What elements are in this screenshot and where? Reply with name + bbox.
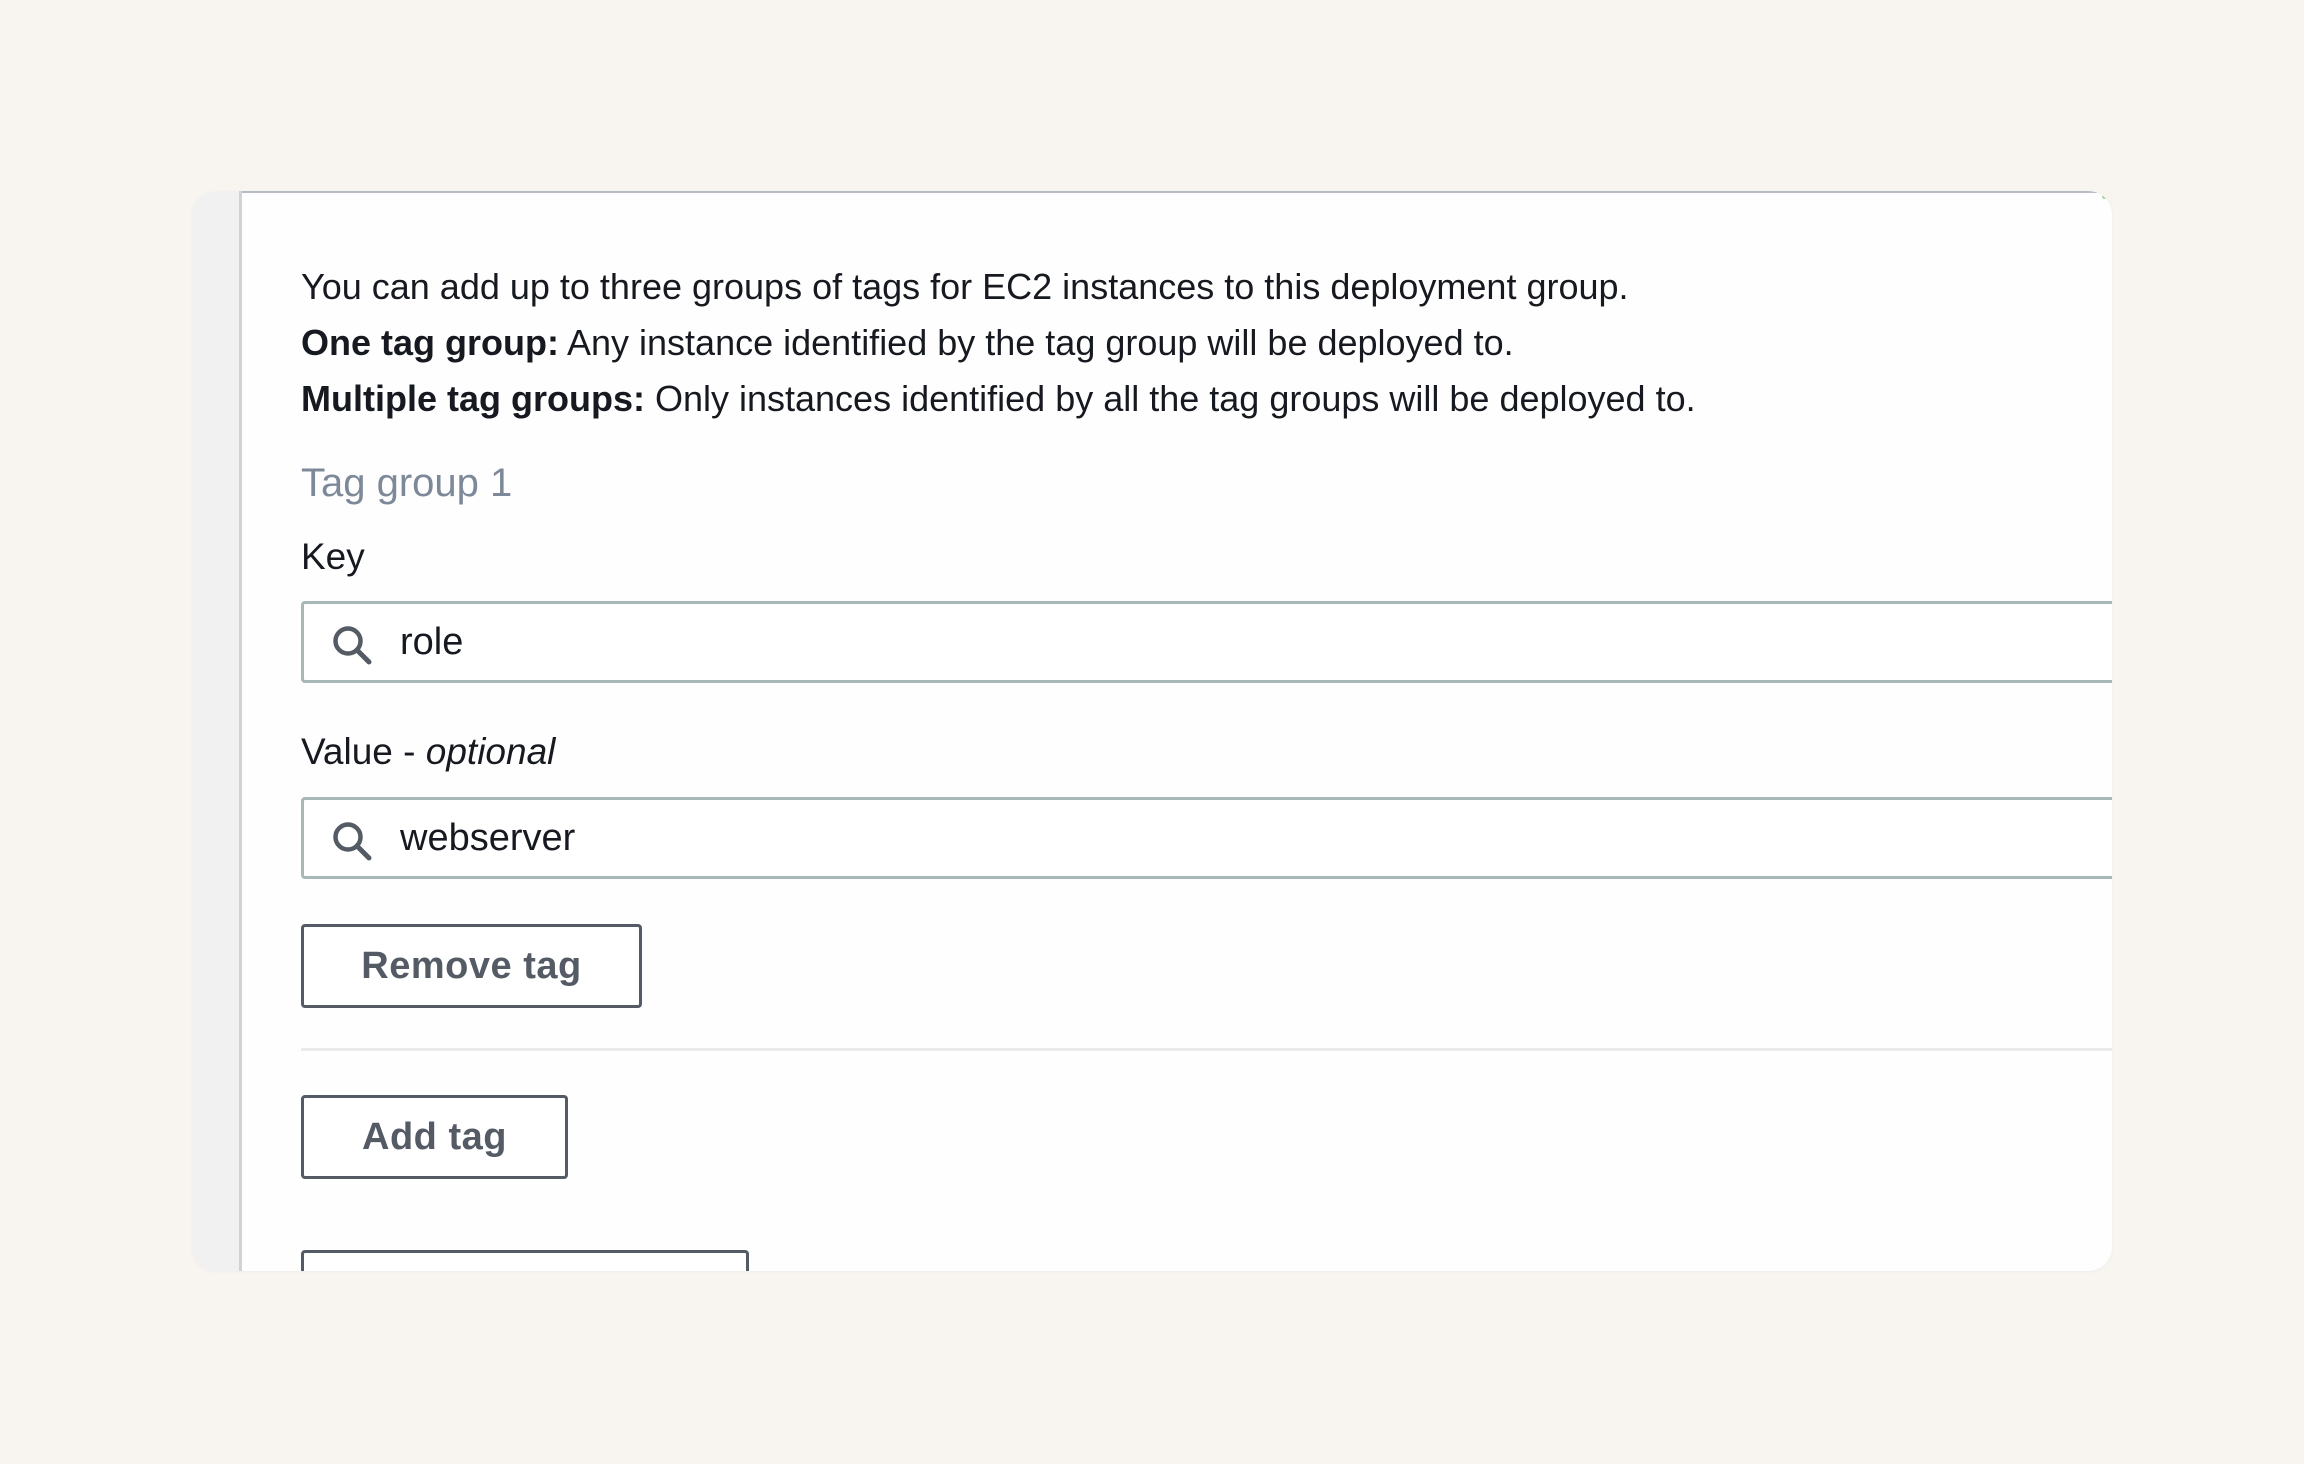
value-input-value: webserver	[400, 817, 576, 859]
search-icon	[333, 626, 372, 665]
key-label: Key	[301, 536, 365, 577]
tag-groups-panel: You can add up to three groups of tags f…	[192, 191, 2112, 1271]
section-divider	[301, 1048, 2112, 1051]
value-label: Value - optional	[301, 731, 555, 773]
tag-group-title: Tag group 1	[301, 461, 513, 505]
add-tag-button[interactable]: Add tag	[301, 1095, 568, 1179]
left-rail	[192, 191, 242, 1271]
add-tag-group-button[interactable]	[301, 1250, 749, 1271]
value-label-optional: optional	[425, 731, 556, 772]
panel-content: You can add up to three groups of tags f…	[301, 191, 2112, 1271]
intro-line-3-text: Only instances identified by all the tag…	[644, 378, 1696, 419]
intro-line-2: One tag group: Any instance identified b…	[301, 315, 1696, 371]
key-input-value: role	[400, 621, 464, 663]
intro-description: You can add up to three groups of tags f…	[301, 259, 1696, 427]
intro-line-1: You can add up to three groups of tags f…	[301, 266, 1629, 307]
value-label-text: Value -	[301, 731, 426, 772]
search-icon	[333, 822, 372, 861]
intro-line-3: Multiple tag groups: Only instances iden…	[301, 371, 1696, 427]
value-search-input[interactable]: webserver	[301, 797, 2112, 879]
key-search-input[interactable]: role	[301, 601, 2112, 683]
intro-line-2-text: Any instance identified by the tag group…	[558, 322, 1514, 363]
remove-tag-button[interactable]: Remove tag	[301, 924, 642, 1008]
intro-line-2-bold: One tag group:	[301, 322, 559, 363]
intro-line-3-bold: Multiple tag groups:	[301, 378, 645, 419]
